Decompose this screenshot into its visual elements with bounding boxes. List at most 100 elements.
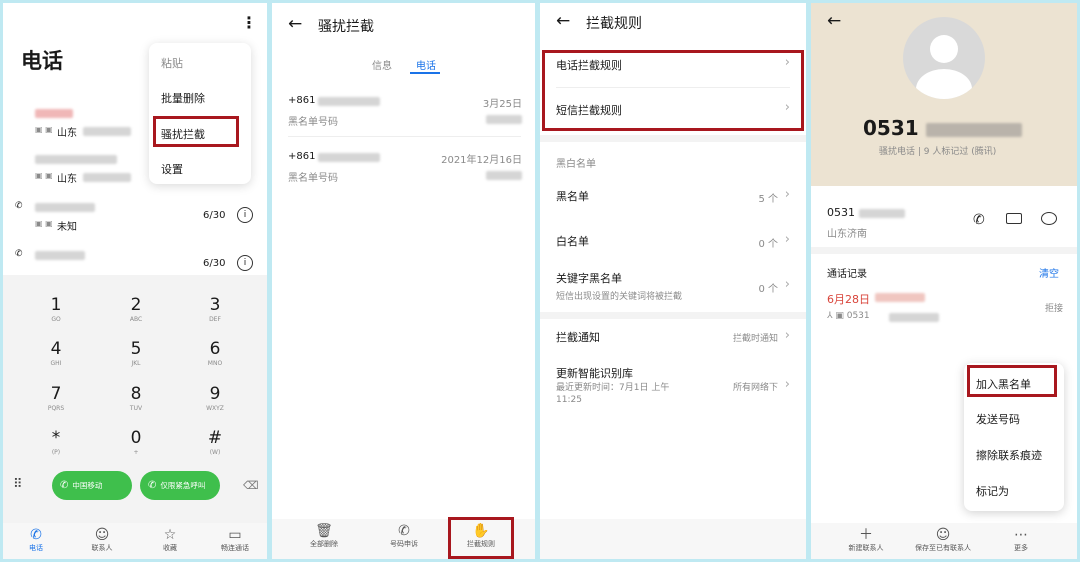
key-star[interactable]: * (P) bbox=[26, 428, 86, 456]
toolbar-label: 更多 bbox=[1014, 544, 1028, 552]
chevron-right-icon: › bbox=[784, 277, 790, 292]
nav-meetime[interactable]: ▭ 畅连通话 bbox=[210, 527, 260, 553]
chevron-right-icon: › bbox=[784, 377, 790, 392]
phone-icon[interactable]: ✆ bbox=[973, 212, 985, 228]
call-button-china-mobile[interactable]: ✆ 中国移动 bbox=[52, 471, 132, 500]
clear-button[interactable]: 清空 bbox=[1039, 265, 1059, 280]
blocked-call-item[interactable]: +861 2021年12月16日 黑名单号码 bbox=[288, 151, 522, 185]
video-icon[interactable] bbox=[1006, 213, 1022, 224]
key-0[interactable]: 0 + bbox=[106, 428, 166, 456]
phone-dialer-panel: 电话 ⋮ ▣ ▣ 山东 ▣ ▣ 山东 ✆ ▣ ▣ 未知 6/30 i ✆ 6/3… bbox=[3, 3, 267, 559]
call-record-item[interactable]: 6月28日 ⅄ ▣ 0531 拒接 bbox=[827, 291, 1063, 325]
blocked-type: 黑名单号码 bbox=[288, 117, 338, 128]
back-arrow-icon[interactable]: ← bbox=[827, 11, 841, 31]
keyword-blacklist-item[interactable]: 关键字黑名单 短信出现设置的关键词将被拦截 0 个 › bbox=[556, 270, 790, 304]
harassment-block-panel: ← 骚扰拦截 信息 电话 +861 3月25日 黑名单号码 +861 2021年… bbox=[272, 3, 535, 559]
blocked-type: 黑名单号码 bbox=[288, 173, 338, 184]
nav-label: 收藏 bbox=[163, 544, 177, 552]
trash-icon: 🗑 bbox=[315, 523, 333, 539]
menu-item-settings[interactable]: 设置 bbox=[161, 161, 183, 177]
toolbar-label: 新建联系人 bbox=[848, 544, 884, 552]
update-library-item[interactable]: 更新智能识别库 最近更新时间：7月1日 上午 11:25 所有网络下 › bbox=[556, 365, 790, 411]
item-subtitle: 短信出现设置的关键词将被拦截 bbox=[556, 292, 683, 302]
whitelist-item[interactable]: 白名单 0 个 › bbox=[556, 232, 790, 254]
nav-favorites[interactable]: ☆ 收藏 bbox=[145, 527, 195, 553]
key-6[interactable]: 6 MNO bbox=[185, 339, 245, 367]
key-2[interactable]: 2 ABC bbox=[106, 295, 166, 323]
menu-item-batch-delete[interactable]: 批量删除 bbox=[161, 90, 205, 106]
save-existing-button[interactable]: ☺ 保存至已有联系人 bbox=[908, 527, 978, 553]
nav-phone[interactable]: ✆ 电话 bbox=[11, 527, 61, 553]
item-label: 更新智能识别库 bbox=[556, 367, 633, 380]
item-value: 5 个 bbox=[758, 194, 778, 205]
new-contact-button[interactable]: ＋新建联系人 bbox=[841, 527, 891, 553]
bottom-toolbar: ＋新建联系人 ☺ 保存至已有联系人 ⋯ 更多 bbox=[811, 523, 1077, 559]
call-log-item[interactable]: ✆ ▣ ▣ 未知 6/30 i bbox=[15, 201, 255, 241]
block-notification-item[interactable]: 拦截通知 拦截时通知 › bbox=[556, 328, 790, 350]
chevron-right-icon: › bbox=[784, 187, 790, 202]
key-3[interactable]: 3 DEF bbox=[185, 295, 245, 323]
item-value: 拦截时通知 bbox=[732, 334, 778, 344]
dialpad-toggle-icon[interactable]: ⠿ bbox=[13, 477, 23, 492]
nav-label: 联系人 bbox=[91, 544, 113, 552]
key-4[interactable]: 4 GHI bbox=[26, 339, 86, 367]
more-button[interactable]: ⋯ 更多 bbox=[996, 527, 1046, 553]
call-count: 6/30 bbox=[203, 258, 226, 269]
blacklist-item[interactable]: 黑名单 5 个 › bbox=[556, 187, 790, 209]
number-appeal-button[interactable]: ✆ 号码申诉 bbox=[379, 523, 429, 549]
info-icon[interactable]: i bbox=[237, 255, 253, 271]
more-vertical-icon[interactable]: ⋮ bbox=[241, 13, 257, 32]
number-prefix: 0531 bbox=[863, 116, 919, 140]
key-5[interactable]: 5 JKL bbox=[106, 339, 166, 367]
call-records-label: 通话记录 bbox=[827, 269, 867, 280]
key-8[interactable]: 8 TUV bbox=[106, 384, 166, 412]
key-7[interactable]: 7 PQRS bbox=[26, 384, 86, 412]
person-add-icon: ☺ bbox=[935, 527, 951, 543]
tab-indicator bbox=[410, 72, 440, 74]
blocked-number: +861 bbox=[288, 151, 316, 162]
nav-contacts[interactable]: ☺ 联系人 bbox=[77, 527, 127, 553]
blocked-date: 3月25日 bbox=[482, 99, 522, 110]
tab-messages[interactable]: 信息 bbox=[372, 57, 392, 72]
item-label: 黑名单 bbox=[556, 190, 589, 203]
nav-label: 畅连通话 bbox=[221, 544, 249, 552]
toolbar-label: 号码申诉 bbox=[390, 540, 418, 548]
menu-item-send-number[interactable]: 发送号码 bbox=[976, 411, 1020, 427]
message-icon[interactable] bbox=[1041, 212, 1057, 225]
page-title: 电话 bbox=[21, 49, 63, 73]
overflow-menu: 粘贴 批量删除 骚扰拦截 设置 bbox=[149, 43, 251, 184]
dial-keypad: 1 GO 2 ABC 3 DEF 4 GHI 5 JKL 6 MNO 7 PQRS 8 TUV … bbox=[3, 275, 267, 525]
blocked-call-item[interactable]: +861 3月25日 黑名单号码 bbox=[288, 95, 522, 129]
highlight-box bbox=[967, 365, 1057, 397]
spam-tag: 骚扰电话 | 9 人标记过 (腾讯) bbox=[879, 147, 997, 157]
delete-all-button[interactable]: 🗑 全部删除 bbox=[299, 523, 349, 549]
contact-number: 0531 bbox=[827, 206, 905, 219]
back-arrow-icon[interactable]: ← bbox=[556, 11, 570, 31]
back-arrow-icon[interactable]: ← bbox=[288, 14, 302, 34]
backspace-icon[interactable]: ⌫ bbox=[243, 479, 259, 492]
tab-calls[interactable]: 电话 bbox=[416, 57, 436, 72]
toolbar-label: 保存至已有联系人 bbox=[915, 544, 971, 552]
record-status: 拒接 bbox=[1044, 304, 1063, 314]
info-icon[interactable]: i bbox=[237, 207, 253, 223]
chevron-right-icon: › bbox=[784, 232, 790, 247]
item-value: 0 个 bbox=[758, 239, 778, 250]
incoming-call-icon: ✆ bbox=[15, 249, 23, 259]
nav-label: 电话 bbox=[29, 544, 43, 552]
record-date: 6月28日 bbox=[827, 293, 870, 306]
key-1[interactable]: 1 GO bbox=[26, 295, 86, 323]
toolbar-label: 全部删除 bbox=[310, 540, 338, 548]
call-log-item[interactable]: ✆ 6/30 i bbox=[15, 249, 255, 277]
key-9[interactable]: 9 WXYZ bbox=[185, 384, 245, 412]
item-label: 拦截通知 bbox=[556, 331, 600, 344]
call-location: 山东 bbox=[57, 128, 77, 139]
contact-location: 山东济南 bbox=[827, 229, 867, 240]
page-title: 拦截规则 bbox=[586, 16, 642, 32]
key-hash[interactable]: # (W) bbox=[185, 428, 245, 456]
call-button-emergency[interactable]: ✆ 仅限紧急呼叫 bbox=[140, 471, 220, 500]
menu-item-mark-as[interactable]: 标记为 bbox=[976, 483, 1009, 499]
menu-item-paste[interactable]: 粘贴 bbox=[161, 55, 183, 71]
more-horizontal-icon: ⋯ bbox=[1014, 527, 1028, 543]
person-icon: ☺ bbox=[94, 527, 110, 543]
menu-item-erase-traces[interactable]: 擦除联系痕迹 bbox=[976, 447, 1042, 463]
